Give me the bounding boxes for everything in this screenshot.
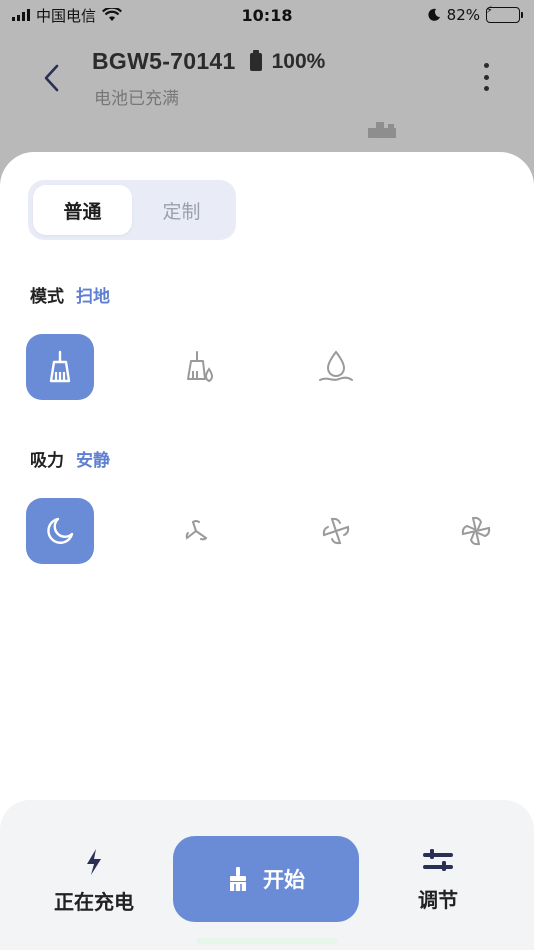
start-label: 开始 (263, 868, 305, 892)
moon-icon (428, 8, 440, 21)
charging-button[interactable]: 正在充电 (44, 848, 144, 915)
suction-option-level-1[interactable] (162, 498, 230, 564)
mode-section-label: 模式 扫地 (30, 282, 110, 307)
suction-label: 吸力 (30, 451, 64, 471)
suction-section-label: 吸力 安静 (30, 446, 110, 471)
header: BGW5-70141 100% 电池已充满 (0, 30, 534, 150)
suction-option-level-2[interactable] (302, 498, 370, 564)
lightning-icon (87, 849, 101, 875)
mode-value: 扫地 (76, 287, 110, 307)
fan-level-3-icon (461, 516, 491, 546)
dock-icon (368, 122, 396, 138)
battery-icon: ⚡ (485, 5, 523, 23)
moon-icon (47, 517, 74, 544)
back-button[interactable] (36, 58, 66, 98)
sliders-icon (423, 849, 453, 871)
adjust-label: 调节 (418, 888, 458, 912)
signal-icon (12, 9, 30, 21)
charging-label: 正在充电 (54, 890, 134, 914)
home-indicator (196, 938, 338, 944)
back-icon (44, 64, 59, 92)
bottom-action-bar: 正在充电 开始 调节 (0, 800, 534, 950)
device-title: BGW5-70141 (92, 48, 236, 74)
broom-icon (230, 867, 246, 891)
tab-custom[interactable]: 定制 (132, 185, 231, 235)
more-button[interactable] (474, 60, 498, 94)
mode-label: 模式 (30, 287, 64, 307)
suction-value: 安静 (76, 451, 110, 471)
battery-icon (249, 49, 262, 71)
broom-mop-icon (187, 351, 213, 383)
status-bar: 中国电信 10:18 82% ⚡ (0, 0, 534, 30)
tab-normal[interactable]: 普通 (33, 185, 132, 235)
battery-status: 电池已充满 (94, 89, 179, 109)
wifi-icon (102, 8, 122, 21)
suction-option-level-3[interactable] (442, 498, 510, 564)
mode-option-sweep-mop[interactable] (166, 334, 234, 400)
fan-level-1-icon (185, 520, 208, 541)
fan-level-2-icon (322, 517, 350, 545)
mode-tabs: 普通 定制 (28, 180, 236, 240)
device-battery-percent: 100% (271, 49, 326, 73)
carrier-label: 中国电信 (36, 6, 97, 25)
mode-option-mop[interactable] (302, 334, 370, 400)
broom-icon (49, 350, 71, 383)
more-vertical-icon (483, 63, 489, 68)
adjust-button[interactable]: 调节 (398, 848, 478, 913)
suction-option-quiet[interactable] (26, 498, 94, 564)
mop-drop-icon (319, 350, 353, 381)
battery-percent: 82% (446, 6, 480, 24)
mode-option-sweep[interactable] (26, 334, 94, 400)
start-button[interactable]: 开始 (173, 836, 359, 922)
